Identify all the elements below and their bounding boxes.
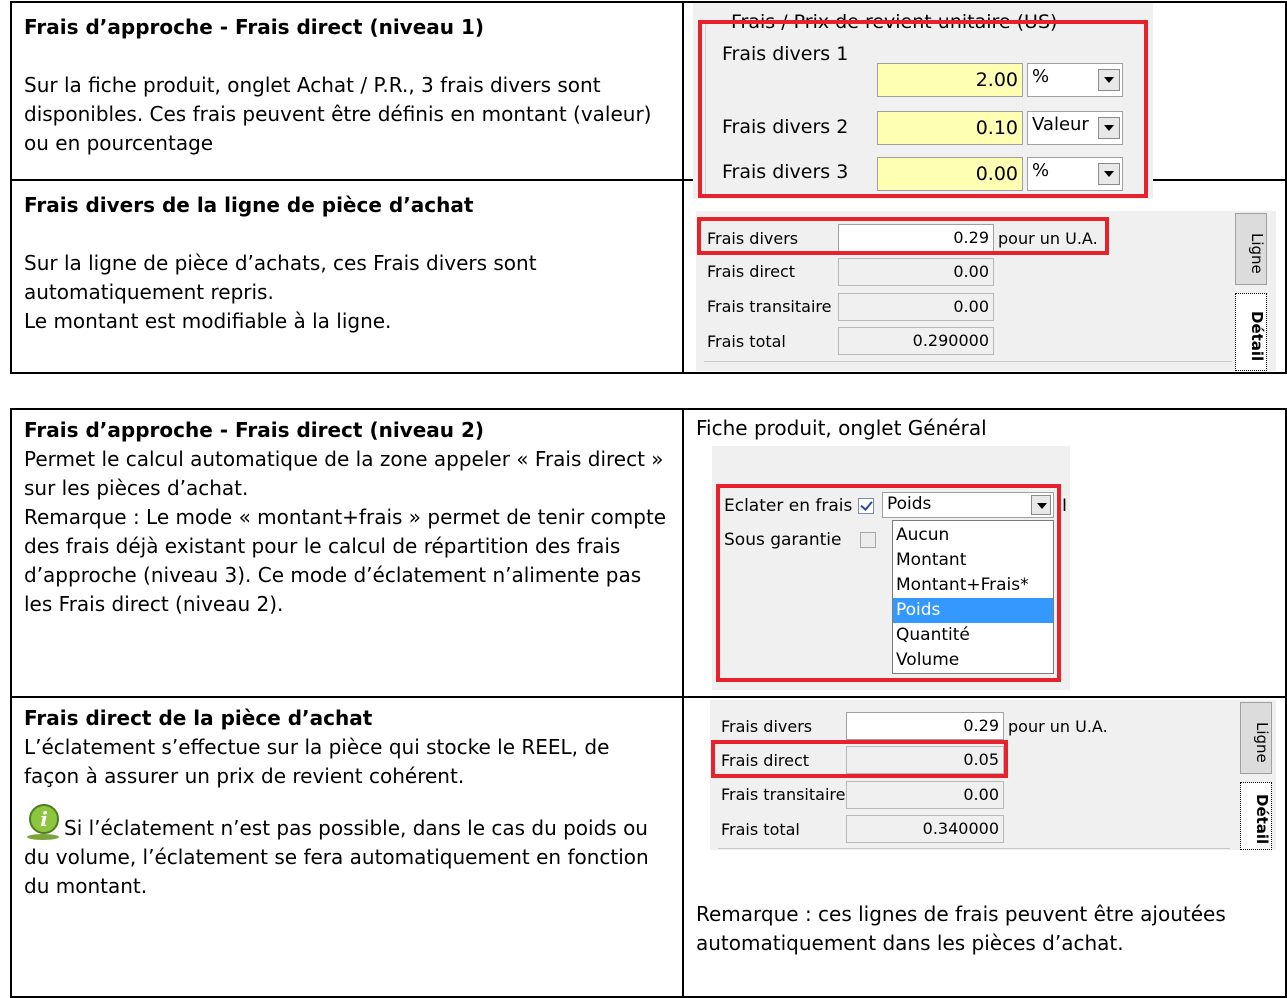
highlight-frame <box>716 484 1061 682</box>
tab-ligne[interactable]: Ligne <box>1235 213 1267 285</box>
frais-divers-input[interactable]: 0.29 <box>846 712 1004 740</box>
frais-direct-label: Frais direct <box>707 262 796 281</box>
frais-transitaire-field: 0.00 <box>838 293 994 321</box>
frais-total-label: Frais total <box>721 820 800 839</box>
tab-ligne[interactable]: Ligne <box>1240 702 1272 774</box>
section-text: Le montant est modifiable à la ligne. <box>24 309 392 333</box>
section-remark: Remarque : Le mode « montant+frais » per… <box>24 505 667 616</box>
section-1-row-1-text-cell: Frais d’approche - Frais direct (niveau … <box>10 1 684 181</box>
section-title: Frais d’approche - Frais direct (niveau … <box>24 15 485 39</box>
highlight-frame <box>698 20 1148 198</box>
frais-direct-field: 0.00 <box>838 258 994 286</box>
section-note: Si l’éclatement n’est pas possible, dans… <box>24 816 649 898</box>
highlight-frame <box>697 217 1109 255</box>
section-text: Sur la ligne de pièce d’achats, ces Frai… <box>24 251 537 304</box>
frais-divers-suffix: pour un U.A. <box>1008 717 1108 736</box>
section-title: Frais direct de la pièce d’achat <box>24 706 373 730</box>
info-icon: i <box>27 804 59 840</box>
section-text: Sur la fiche produit, onglet Achat / P.R… <box>24 73 652 155</box>
section-title: Frais d’approche - Frais direct (niveau … <box>24 418 485 442</box>
tab-detail[interactable]: Détail <box>1235 293 1267 371</box>
frais-transitaire-label: Frais transitaire <box>707 297 832 316</box>
frais-total-field: 0.340000 <box>846 815 1004 843</box>
frais-transitaire-label: Frais transitaire <box>721 785 846 804</box>
frais-total-label: Frais total <box>707 332 786 351</box>
tab-detail[interactable]: Détail <box>1240 782 1272 850</box>
section-text: Permet le calcul automatique de la zone … <box>24 447 664 500</box>
divider <box>704 361 1232 362</box>
frais-divers-label: Frais divers <box>721 717 813 736</box>
image-caption: Fiche produit, onglet Général <box>696 416 987 440</box>
highlight-frame <box>711 740 1008 778</box>
section-text: L’éclatement s’effectue sur la pièce qui… <box>24 735 610 788</box>
section-remark: Remarque : ces lignes de frais peuvent ê… <box>696 902 1226 955</box>
section-title: Frais divers de la ligne de pièce d’acha… <box>24 193 474 217</box>
section-1-row-2-text-cell: Frais divers de la ligne de pièce d’acha… <box>10 179 684 374</box>
divider <box>718 848 1230 849</box>
cut-off-char: I <box>1062 496 1068 516</box>
section-2-row-2-text-cell: Frais direct de la pièce d’achat L’éclat… <box>10 696 684 998</box>
svg-text:i: i <box>40 807 48 831</box>
frais-total-field: 0.290000 <box>838 327 994 355</box>
section-2-row-1-text-cell: Frais d’approche - Frais direct (niveau … <box>10 408 684 698</box>
frais-transitaire-field: 0.00 <box>846 781 1004 809</box>
